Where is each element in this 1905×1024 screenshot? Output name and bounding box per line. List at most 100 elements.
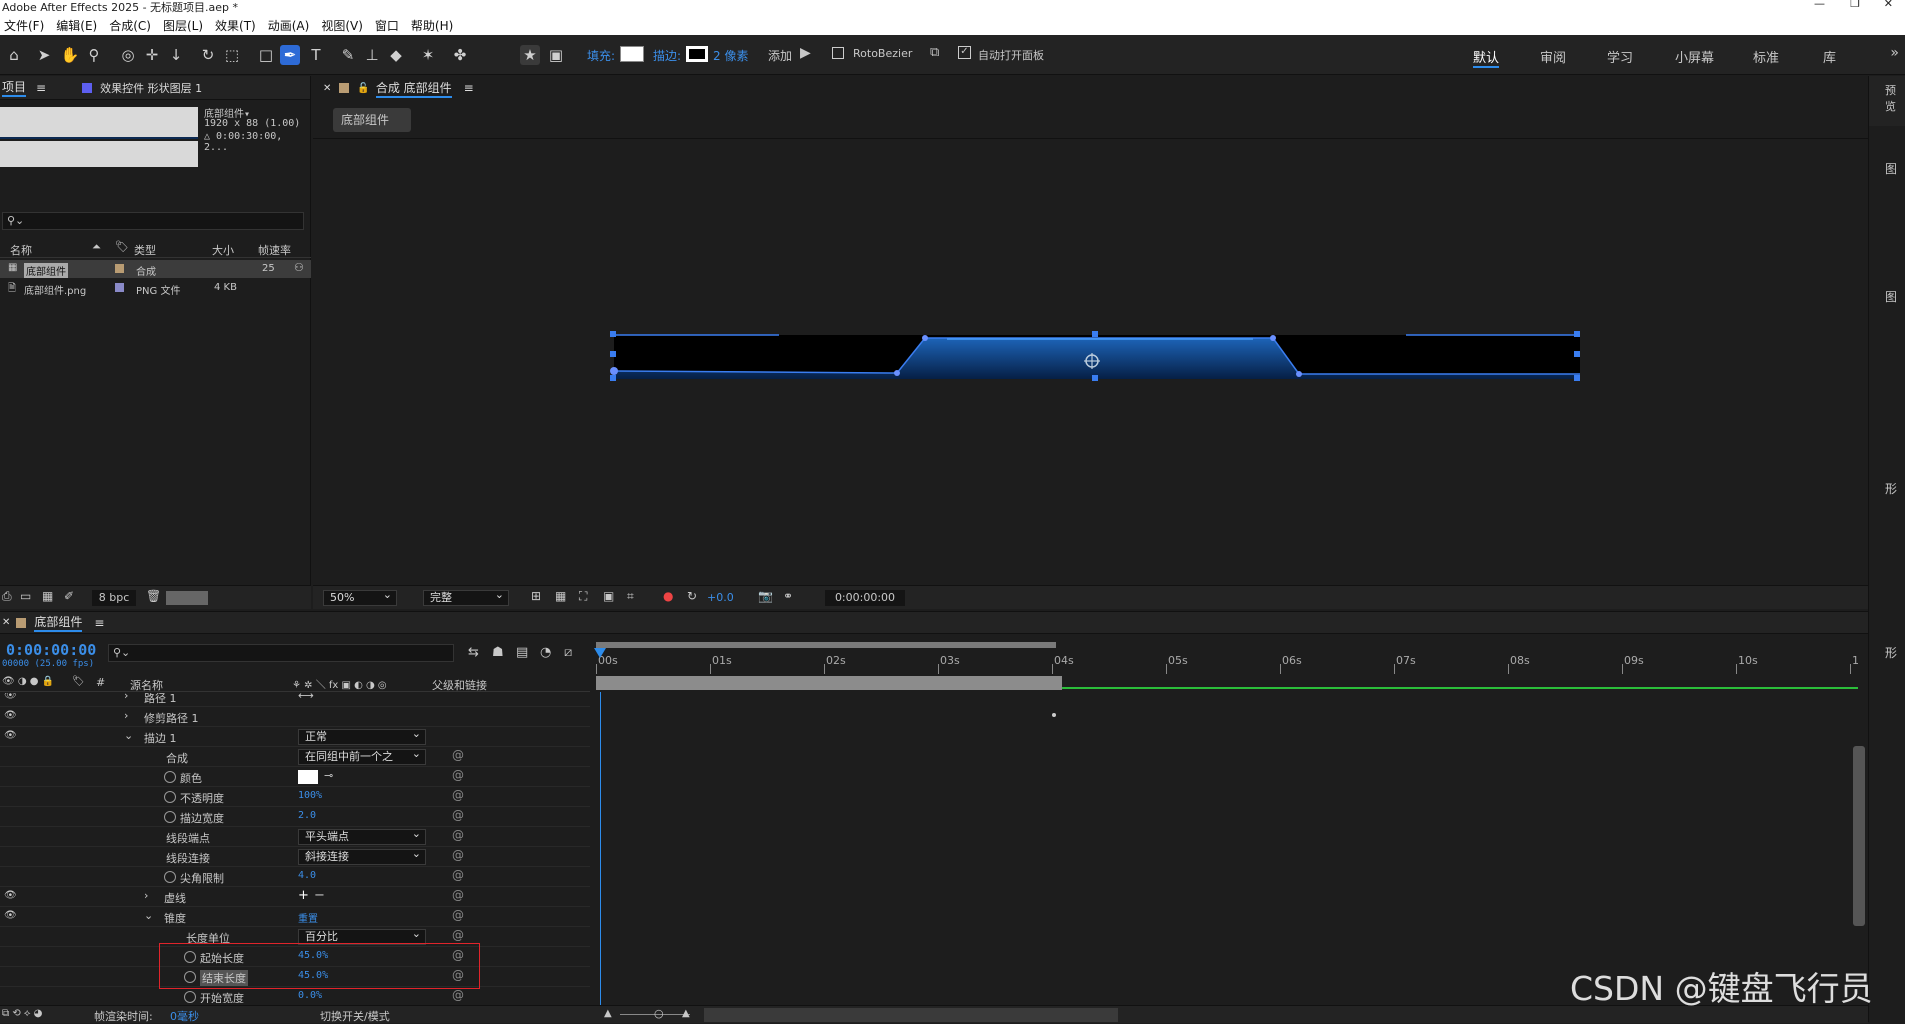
add-dash-icon[interactable]: +	[298, 888, 309, 903]
collapsed-caret-icon[interactable]: ›	[124, 709, 128, 722]
rotobezier-checkbox[interactable]	[832, 47, 844, 59]
roto-tool-icon[interactable]: ✶	[418, 45, 438, 65]
project-item[interactable]: ▦ 底部组件 合成 25 ⚇	[0, 260, 311, 278]
timeline-row[interactable]: 开始宽度 0.0% @	[0, 987, 590, 1003]
workspace-0[interactable]: 默认	[1473, 47, 1500, 68]
home-icon[interactable]: ⌂	[4, 45, 24, 65]
collapsed-caret-icon[interactable]: ›	[144, 889, 148, 902]
expand-icon[interactable]: »	[1890, 45, 1899, 61]
timeline-row[interactable]: 👁 ⌄ 锥度 重置 @	[0, 907, 590, 927]
mask-mode-icon[interactable]: ▣	[546, 45, 566, 65]
anchor-tool-icon[interactable]: ⬚	[222, 45, 242, 65]
visibility-eye-icon[interactable]: 👁	[4, 730, 17, 741]
clone-tool-icon[interactable]: ⊥	[362, 45, 382, 65]
frame-blend-icon[interactable]: ▤	[516, 645, 528, 660]
property-dropdown[interactable]: 在同组中前一个之	[298, 747, 426, 765]
stopwatch-icon[interactable]	[184, 991, 196, 1003]
expression-pickwhip-icon[interactable]: @	[452, 888, 464, 902]
property-value[interactable]: 重置	[298, 910, 318, 925]
menu-item-6[interactable]: 视图(V)	[321, 17, 363, 34]
workspace-3[interactable]: 小屏幕	[1675, 47, 1714, 66]
timeline-row[interactable]: 线段端点 平头端点 @	[0, 827, 590, 847]
col-name[interactable]: 名称	[10, 242, 32, 258]
auto-open-checkbox[interactable]: ✓	[958, 46, 971, 59]
expression-pickwhip-icon[interactable]: @	[452, 868, 464, 882]
comp-timecode[interactable]: 0:00:00:00	[825, 590, 905, 606]
workspace-5[interactable]: 库	[1823, 47, 1836, 66]
property-dropdown[interactable]: 斜接连接	[298, 847, 426, 865]
property-value[interactable]: 2.0	[298, 810, 316, 821]
comp-flowchart-icon[interactable]: ⇆	[468, 645, 479, 660]
render-icon[interactable]: ✐	[64, 589, 74, 603]
visibility-eye-icon[interactable]: 👁	[4, 710, 17, 721]
expression-pickwhip-icon[interactable]: @	[452, 988, 464, 1002]
shape-label[interactable]: 形	[1885, 480, 1897, 497]
layer-duration-bar[interactable]	[596, 676, 1062, 690]
current-time[interactable]: 0:00:00:00	[6, 641, 96, 659]
tab-timeline[interactable]: 底部组件	[34, 613, 83, 632]
menu-item-4[interactable]: 效果(T)	[215, 17, 256, 34]
orbit-tool-icon[interactable]: ◎	[118, 45, 138, 65]
stroke-width[interactable]: 2 像素	[713, 47, 748, 64]
tab-effect-controls[interactable]: 效果控件 形状图层 1	[100, 80, 202, 96]
expression-pickwhip-icon[interactable]: @	[452, 848, 464, 862]
property-dropdown[interactable]: 正常	[298, 727, 426, 745]
item-label-color[interactable]	[115, 283, 124, 292]
preview-label[interactable]: 预览	[1885, 82, 1905, 114]
playhead-icon[interactable]	[594, 648, 606, 658]
add-button-icon[interactable]: ▶	[800, 45, 811, 61]
timeline-row[interactable]: 颜色 ⊸ @	[0, 767, 590, 787]
zoom-in-icon[interactable]: ▲	[682, 1008, 690, 1019]
visibility-eye-icon[interactable]: 👁	[4, 890, 17, 901]
eyedropper-icon[interactable]: ⊸	[324, 769, 333, 782]
channels-icon[interactable]: ●	[663, 589, 673, 603]
menu-item-1[interactable]: 编辑(E)	[56, 17, 97, 34]
expression-pickwhip-icon[interactable]: @	[452, 828, 464, 842]
property-value[interactable]: 100%	[298, 790, 322, 801]
col-size[interactable]: 大小	[212, 242, 234, 258]
new-comp-icon[interactable]: ▦	[42, 589, 53, 603]
timeline-row[interactable]: 尖角限制 4.0 @	[0, 867, 590, 887]
menu-item-7[interactable]: 窗口	[375, 17, 399, 34]
item-label-color[interactable]	[115, 264, 124, 273]
timeline-row[interactable]: 合成 在同组中前一个之 @	[0, 747, 590, 767]
timeline-row[interactable]: 线段连接 斜接连接 @	[0, 847, 590, 867]
color-swatch[interactable]	[298, 770, 318, 784]
timeline-row[interactable]: 👁 › 虚线 + − @	[0, 887, 590, 907]
graph-editor-icon[interactable]: ⧄	[564, 645, 572, 660]
expression-pickwhip-icon[interactable]: @	[452, 808, 464, 822]
property-value[interactable]: 0.0%	[298, 990, 322, 1001]
panel-menu-icon[interactable]: ≡	[36, 81, 46, 95]
selection-tool-icon[interactable]: ➤	[34, 45, 54, 65]
expression-pickwhip-icon[interactable]: @	[452, 908, 464, 922]
pen-tool-icon[interactable]: ✒	[280, 45, 300, 65]
expanded-caret-icon[interactable]: ⌄	[124, 729, 133, 742]
timeline-row[interactable]: 👁 › 路径 1 ⟷	[0, 693, 590, 707]
expression-pickwhip-icon[interactable]: @	[452, 928, 464, 942]
timeline-row[interactable]: 👁 › 修剪路径 1	[0, 707, 590, 727]
close-icon[interactable]: ✕	[1884, 0, 1893, 10]
info-label[interactable]: 图	[1885, 160, 1897, 177]
path-direction-icon[interactable]: ⟷	[298, 693, 314, 702]
menu-item-8[interactable]: 帮助(H)	[411, 17, 453, 34]
mask-view-icon[interactable]: ⛶	[579, 589, 587, 604]
project-search-input[interactable]: ⚲⌄	[2, 212, 304, 230]
col-source-name[interactable]: 源名称	[130, 677, 163, 693]
rotate-tool-icon[interactable]: ↻	[198, 45, 218, 65]
menu-item-0[interactable]: 文件(F)	[4, 17, 44, 34]
visibility-eye-icon[interactable]: 👁	[4, 910, 17, 921]
workspace-4[interactable]: 标准	[1753, 47, 1779, 66]
workspace-1[interactable]: 审阅	[1540, 47, 1566, 66]
zoom-dropdown[interactable]: 50%	[323, 588, 397, 606]
menu-item-3[interactable]: 图层(L)	[163, 17, 203, 34]
timeline-menu-icon[interactable]: ≡	[94, 616, 104, 630]
trash-icon[interactable]: 🗑	[146, 589, 161, 603]
stopwatch-icon[interactable]	[164, 791, 176, 803]
menu-item-2[interactable]: 合成(C)	[109, 17, 151, 34]
grid-guides-icon[interactable]: ⌗	[627, 589, 634, 604]
timeline-row[interactable]: 不透明度 100% @	[0, 787, 590, 807]
folder-icon[interactable]: ▭	[20, 589, 31, 603]
panel-icon[interactable]: ⧉	[930, 45, 939, 60]
footer-icons[interactable]: ⧉ ⟲ ⟡ ◕	[2, 1008, 42, 1019]
audio-label[interactable]: 图	[1885, 288, 1897, 305]
